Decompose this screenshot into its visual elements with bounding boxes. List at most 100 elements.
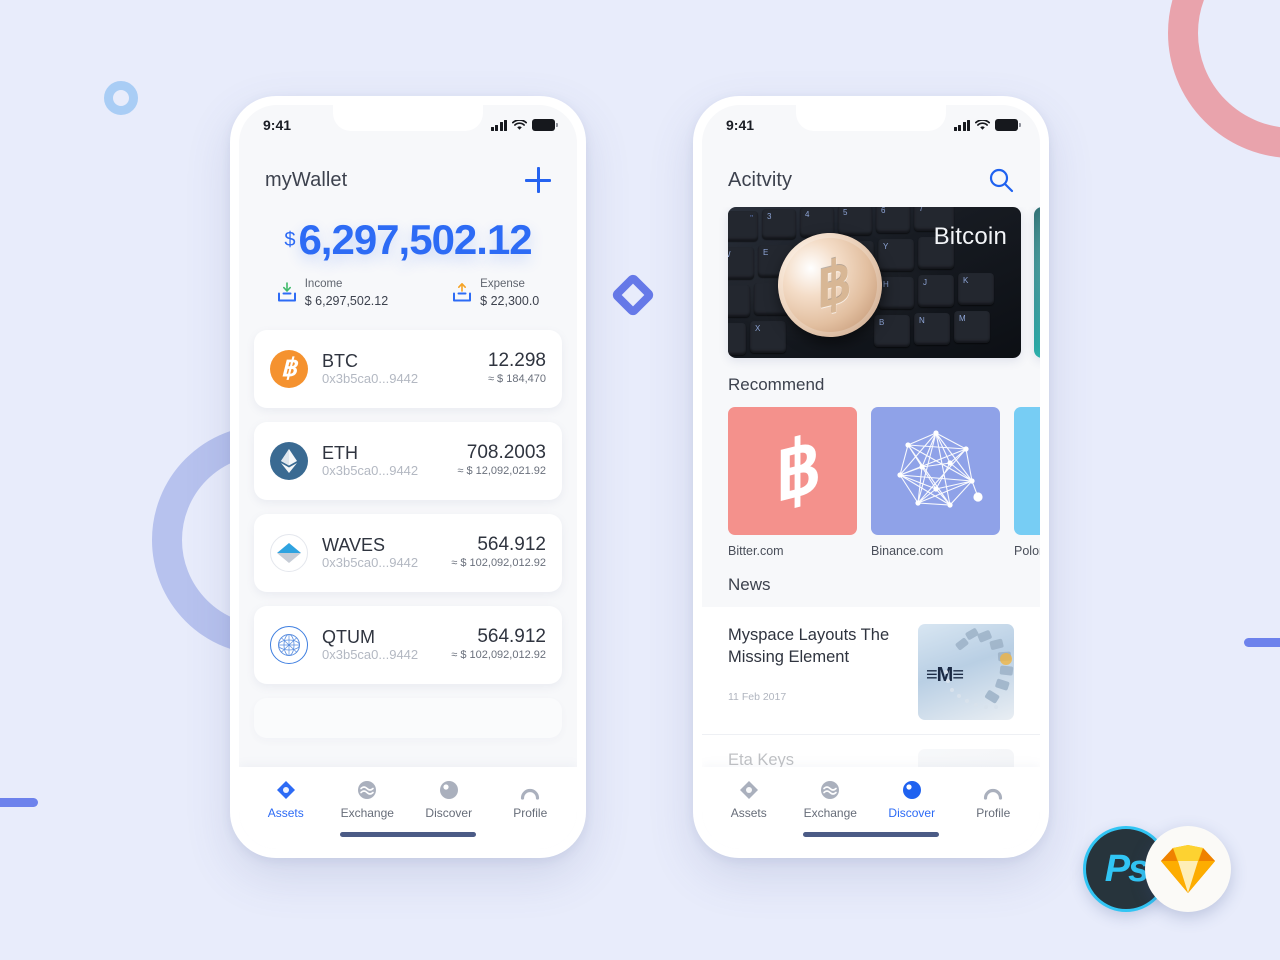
home-indicator[interactable] — [239, 824, 577, 849]
asset-identity: QTUM 0x3b5ca0...9442 — [322, 627, 451, 663]
tab-assets[interactable]: Assets — [245, 779, 327, 820]
status-icons — [953, 119, 1021, 131]
portrait-photo — [918, 749, 1014, 767]
asset-identity: ETH 0x3b5ca0...9442 — [322, 443, 457, 479]
banner-label: Bitcoin — [933, 223, 1007, 250]
asset-identity: WAVES 0x3b5ca0...9442 — [322, 535, 451, 571]
expense-value: $ 22,300.0 — [480, 293, 540, 308]
background-decorations — [0, 0, 1280, 960]
recommend-row[interactable]: ฿ Bitter.com Binance.com Polo — [702, 407, 1040, 558]
tool-badges: Ps — [1083, 826, 1233, 914]
status-icons — [490, 119, 558, 131]
home-indicator[interactable] — [702, 824, 1040, 849]
add-wallet-button[interactable] — [525, 167, 551, 193]
exchange-wave-icon — [327, 779, 409, 801]
search-icon[interactable] — [988, 167, 1014, 193]
decor-ring-small-blue — [104, 81, 138, 115]
tab-label: Assets — [730, 806, 767, 820]
sparkle-icon — [1014, 407, 1040, 535]
qtum-icon — [270, 625, 308, 664]
news-body: Myspace Layouts The Missing Element 11 F… — [728, 624, 904, 703]
asset-identity: BTC 0x3b5ca0...9442 — [322, 351, 488, 387]
cellular-signal-icon — [953, 119, 970, 131]
discover-content[interactable]: " 3 4 5 6 7 W E Y S H — [702, 207, 1040, 767]
decor-bar-right — [1244, 638, 1280, 647]
recommend-item-bitter[interactable]: ฿ Bitter.com — [728, 407, 857, 558]
banner-bitcoin[interactable]: " 3 4 5 6 7 W E Y S H — [728, 207, 1021, 358]
news-date: 11 Feb 2017 — [728, 690, 787, 703]
phone-discover: 9:41 Acitvity " 3 4 5 6 7 E Y H J K X B … — [693, 96, 1049, 858]
expense-item[interactable]: Expense $ 22,300.0 — [452, 277, 539, 309]
assets-diamond-icon — [245, 779, 327, 801]
tab-label: Profile — [513, 806, 548, 820]
recommend-item-binance[interactable]: Binance.com — [871, 407, 1000, 558]
tab-profile[interactable]: Profile — [953, 779, 1035, 820]
sketch-diamond-icon — [1161, 845, 1215, 893]
news-body: Eta Keys — [728, 749, 904, 767]
table-row[interactable]: ETH 0x3b5ca0...9442 708.2003 ≈ $ 12,092,… — [254, 421, 562, 500]
news-title: News — [728, 575, 771, 594]
tab-profile[interactable]: Profile — [490, 779, 572, 820]
income-item[interactable]: Income $ 6,297,502.12 — [277, 277, 388, 309]
asset-amount: 12.298 — [487, 349, 546, 371]
expense-label: Expense — [480, 278, 525, 291]
table-row[interactable]: WAVES 0x3b5ca0...9442 564.912 ≈ $ 102,09… — [254, 513, 562, 592]
banner-secondary[interactable] — [1034, 207, 1040, 358]
tab-label: Assets — [267, 806, 304, 820]
tab-exchange[interactable]: Exchange — [327, 779, 409, 820]
income-value: $ 6,297,502.12 — [304, 293, 389, 308]
asset-list[interactable]: ฿ BTC 0x3b5ca0...9442 12.298 ≈ $ 184,470 — [239, 314, 577, 767]
list-item-partial[interactable]: Eta Keys — [702, 735, 1040, 767]
phone-notch — [796, 105, 946, 131]
list-item[interactable]: Myspace Layouts The Missing Element 11 F… — [702, 607, 1040, 735]
exchange-wave-icon — [790, 779, 872, 801]
asset-amount: 564.912 — [477, 533, 546, 555]
tab-assets[interactable]: Assets — [708, 779, 790, 820]
news-thumbnail — [918, 749, 1014, 767]
asset-name: WAVES — [322, 534, 386, 555]
asset-name: ETH — [322, 442, 358, 463]
income-expense-row: Income $ 6,297,502.12 Expense $ 22,300.0 — [239, 263, 577, 309]
asset-address: 0x3b5ca0...9442 — [322, 646, 419, 662]
table-row[interactable]: ฿ BTC 0x3b5ca0...9442 12.298 ≈ $ 184,470 — [254, 329, 562, 408]
decor-ring-pink — [1168, 0, 1280, 158]
balance-currency-symbol: $ — [284, 229, 296, 251]
balance-row: $ 6,297,502.12 — [239, 216, 577, 263]
recommend-label: Binance.com — [871, 544, 944, 558]
page-title: myWallet — [265, 168, 348, 191]
server-blades-art — [944, 628, 1014, 709]
table-row-partial[interactable] — [254, 697, 562, 738]
asset-fiat-value: ≈ $ 102,092,012.92 — [451, 648, 546, 661]
news-list[interactable]: Myspace Layouts The Missing Element 11 F… — [702, 607, 1040, 767]
table-row[interactable]: QTUM 0x3b5ca0...9442 564.912 ≈ $ 102,092… — [254, 605, 562, 684]
bitcoin-b-icon: ฿ — [728, 407, 857, 535]
asset-name: QTUM — [322, 626, 375, 647]
tab-exchange[interactable]: Exchange — [790, 779, 872, 820]
profile-person-icon — [490, 779, 572, 801]
battery-icon — [532, 119, 558, 131]
assets-diamond-icon — [708, 779, 790, 801]
tab-label: Exchange — [803, 806, 857, 820]
wallet-screen: 9:41 myWallet $ 6,297,502.12 Income $ 6,… — [239, 105, 577, 849]
tab-discover[interactable]: Discover — [408, 779, 490, 820]
recommend-title: Recommend — [728, 375, 825, 394]
profile-person-icon — [953, 779, 1035, 801]
ethereum-icon — [270, 441, 308, 480]
recommend-item-poloniex[interactable]: Poloni — [1014, 407, 1040, 558]
asset-amount: 708.2003 — [466, 441, 546, 463]
cellular-signal-icon — [490, 119, 507, 131]
status-time: 9:41 — [726, 117, 755, 133]
banner-carousel[interactable]: " 3 4 5 6 7 W E Y S H — [702, 207, 1040, 358]
tab-discover[interactable]: Discover — [871, 779, 953, 820]
expense-text: Expense $ 22,300.0 — [480, 277, 539, 309]
phone-wallet: 9:41 myWallet $ 6,297,502.12 Income $ 6,… — [230, 96, 586, 858]
asset-values: 12.298 ≈ $ 184,470 — [488, 350, 546, 387]
discover-screen: 9:41 Acitvity " 3 4 5 6 7 E Y H J K X B … — [702, 105, 1040, 849]
recommend-label: Poloni — [1014, 544, 1040, 558]
asset-fiat-value: ≈ $ 102,092,012.92 — [451, 556, 546, 569]
photoshop-label: Ps — [1104, 847, 1150, 890]
income-text: Income $ 6,297,502.12 — [305, 277, 388, 309]
asset-fiat-value: ≈ $ 184,470 — [487, 372, 546, 385]
tab-label: Profile — [976, 806, 1011, 820]
asset-name: BTC — [322, 350, 358, 371]
